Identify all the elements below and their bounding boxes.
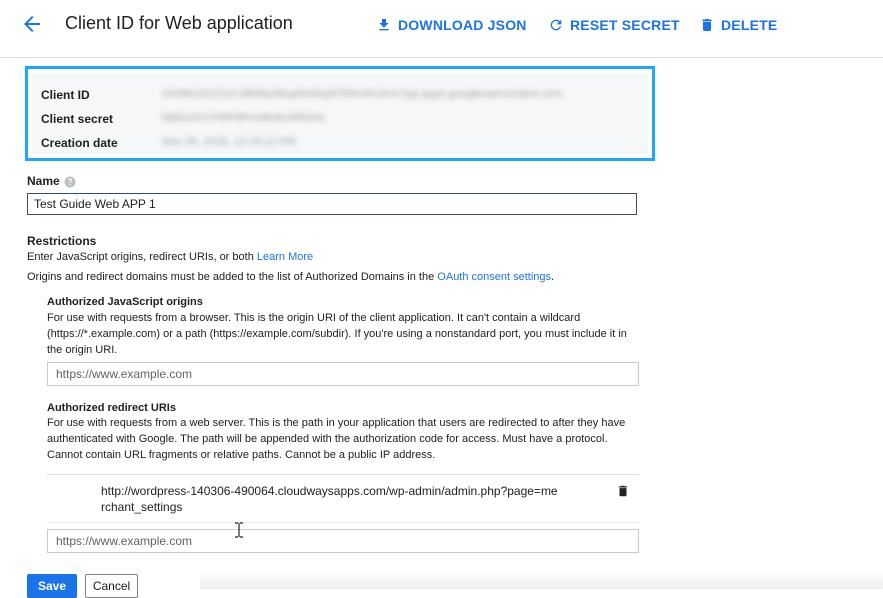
redirect-uris-title: Authorized redirect URIs: [47, 402, 176, 414]
authorized-domains-note-text: Origins and redirect domains must be add…: [27, 271, 435, 283]
creation-date-label: Creation date: [41, 136, 118, 150]
page-header: Client ID for Web application DOWNLOAD J…: [0, 0, 883, 57]
client-id-value[interactable]: 242961421513-l3khfqv5bup5o5iuj4l7b5m9m3r…: [162, 88, 563, 100]
help-icon[interactable]: [64, 175, 76, 188]
bottom-fade-overlay: [200, 570, 883, 589]
credentials-panel: Client ID 242961421513-l3khfqv5bup5o5iuj…: [32, 73, 648, 154]
js-origins-title: Authorized JavaScript origins: [47, 296, 203, 308]
trash-icon: [699, 17, 715, 33]
js-origins-description: For use with requests from a browser. Th…: [47, 312, 627, 356]
delete-label: DELETE: [721, 17, 778, 33]
credentials-box: Client ID 242961421513-l3khfqv5bup5o5iuj…: [25, 66, 655, 161]
header-divider: [0, 57, 883, 58]
client-id-label: Client ID: [41, 88, 90, 102]
client-secret-value[interactable]: hB9uOCCP8IF9PvxMOkvWh0Hx: [162, 112, 325, 124]
client-id-row: Client ID 242961421513-l3khfqv5bup5o5iuj…: [32, 84, 648, 108]
page-title: Client ID for Web application: [65, 13, 293, 33]
redirect-uri-input[interactable]: [47, 529, 639, 553]
delete-uri-icon[interactable]: [616, 484, 630, 498]
redirect-uris-description: For use with requests from a web server.…: [47, 417, 626, 461]
text-cursor-icon: [234, 522, 244, 538]
name-input[interactable]: [27, 193, 637, 215]
creation-date-value: Nov 29, 2018, 12:19:12 PM: [162, 136, 296, 148]
client-secret-label: Client secret: [41, 112, 114, 126]
client-secret-row: Client secret hB9uOCCP8IF9PvxMOkvWh0Hx: [32, 108, 648, 132]
creation-date-row: Creation date Nov 29, 2018, 12:19:12 PM: [32, 132, 648, 156]
oauth-consent-settings-link[interactable]: OAuth consent settings: [437, 271, 551, 283]
note-period: .: [551, 271, 555, 283]
learn-more-link[interactable]: Learn More: [257, 251, 313, 263]
cancel-button[interactable]: Cancel: [85, 574, 138, 598]
redirect-uri-item: http://wordpress-140306-490064.cloudways…: [101, 484, 558, 514]
back-arrow-icon[interactable]: [20, 12, 44, 36]
download-json-button[interactable]: DOWNLOAD JSON: [376, 15, 527, 35]
authorized-domains-note: Origins and redirect domains must be add…: [27, 271, 554, 283]
restrictions-title: Restrictions: [27, 234, 97, 248]
js-origin-input[interactable]: [47, 362, 639, 386]
uri-list-divider-bottom: [47, 522, 639, 523]
save-button[interactable]: Save: [27, 574, 77, 598]
reset-secret-label: RESET SECRET: [570, 17, 680, 33]
refresh-icon: [548, 17, 564, 33]
reset-secret-button[interactable]: RESET SECRET: [548, 15, 680, 35]
name-label: Name: [27, 174, 60, 188]
restrictions-hint: Enter JavaScript origins, redirect URIs,…: [27, 251, 313, 263]
restrictions-hint-text: Enter JavaScript origins, redirect URIs,…: [27, 251, 254, 263]
download-icon: [376, 17, 392, 33]
download-json-label: DOWNLOAD JSON: [398, 17, 527, 33]
uri-list-divider: [47, 474, 639, 475]
delete-button[interactable]: DELETE: [699, 15, 777, 35]
